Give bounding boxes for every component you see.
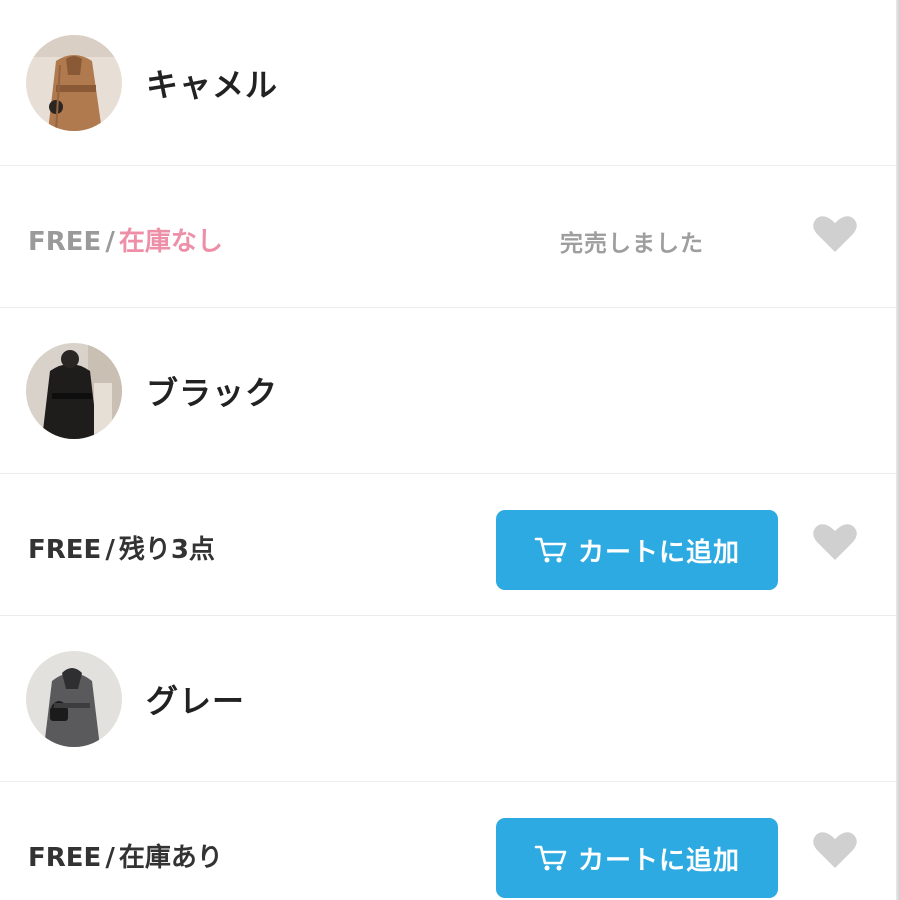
add-to-cart-button[interactable]: カートに追加	[496, 510, 778, 590]
color-header-black: ブラック	[0, 308, 896, 474]
scroll-edge	[896, 0, 900, 900]
color-name-camel: キャメル	[146, 66, 279, 104]
add-to-cart-label: カートに追加	[577, 845, 740, 876]
separator: /	[105, 535, 115, 565]
variant-list: キャメル FREE/在庫なし 完売しました ブラック FREE/残り3点	[0, 0, 900, 900]
color-name-black: ブラック	[146, 374, 279, 412]
size-label: FREE	[28, 843, 102, 873]
heart-icon[interactable]	[812, 830, 858, 870]
add-to-cart-button[interactable]: カートに追加	[496, 818, 778, 898]
stock-status-label: 残り3点	[118, 535, 215, 565]
separator: /	[105, 227, 115, 257]
size-stock-gray: FREE / 在庫あり	[28, 837, 223, 874]
size-row-black: FREE / 残り3点 カートに追加	[0, 474, 896, 616]
heart-icon[interactable]	[812, 522, 858, 562]
color-header-gray: グレー	[0, 616, 896, 782]
size-row-camel: FREE / 在庫なし 完売しました	[0, 166, 896, 308]
size-stock-black: FREE / 残り3点	[28, 529, 215, 566]
size-stock-camel: FREE / 在庫なし	[28, 221, 223, 258]
heart-icon[interactable]	[812, 214, 858, 254]
sold-out-label: 完売しました	[560, 231, 704, 257]
color-name-gray: グレー	[146, 682, 246, 720]
size-label: FREE	[28, 227, 102, 257]
stock-status-label: 在庫なし	[118, 227, 223, 257]
color-header-camel: キャメル	[0, 0, 896, 166]
swatch-camel-image	[26, 35, 122, 131]
add-to-cart-label: カートに追加	[577, 537, 740, 568]
swatch-gray-image	[26, 651, 122, 747]
size-row-gray: FREE / 在庫あり カートに追加	[0, 782, 896, 900]
cart-icon	[534, 535, 568, 565]
swatch-black-image	[26, 343, 122, 439]
size-label: FREE	[28, 535, 102, 565]
stock-status-label: 在庫あり	[118, 843, 223, 873]
cart-icon	[534, 843, 568, 873]
separator: /	[105, 843, 115, 873]
